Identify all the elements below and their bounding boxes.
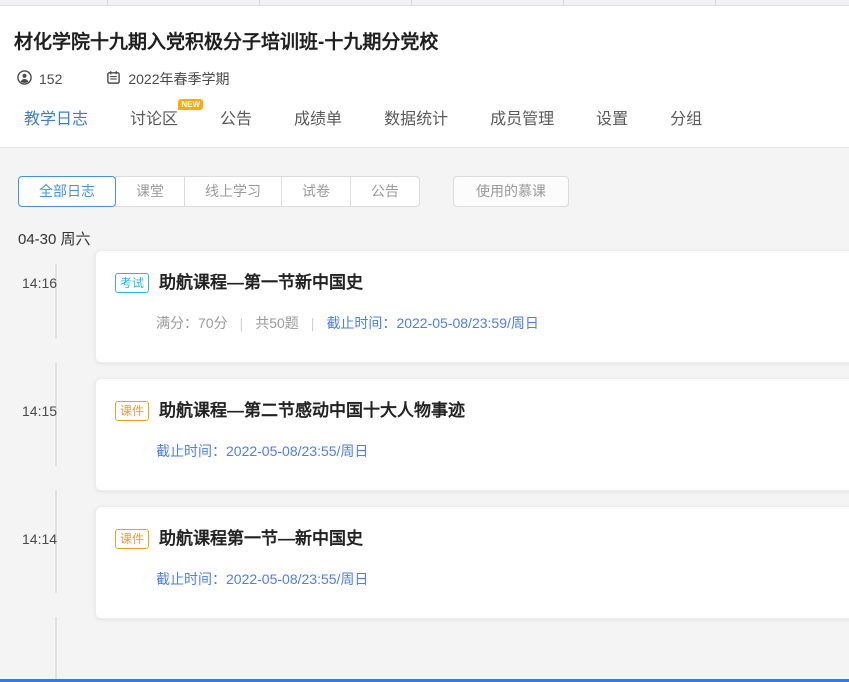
semester-value: 2022年春季学期 (128, 69, 229, 89)
question-count: 共50题 (255, 313, 299, 333)
student-count: 152 (17, 70, 62, 88)
used-mooc-button[interactable]: 使用的慕课 (453, 176, 569, 207)
entry-title[interactable]: 助航课程—第二节感动中国十大人物事迹 (159, 400, 465, 422)
entry-time: 14:14 (22, 531, 57, 547)
deadline-value: 2022-05-08/23:55/周日 (226, 441, 368, 461)
tab-settings[interactable]: 设置 (596, 110, 628, 130)
deadline-label: 截止时间： (326, 313, 396, 333)
log-card-exam[interactable]: 考试 助航课程—第一节新中国史 满分：70分 | 共50题 | 截止时间： 20… (95, 250, 849, 363)
filter-all-logs[interactable]: 全部日志 (18, 176, 116, 207)
student-count-value: 152 (39, 71, 62, 87)
entry-title-row: 课件 助航课程第一节—新中国史 (96, 507, 849, 550)
new-badge: NEW (178, 99, 203, 110)
exam-badge: 考试 (115, 273, 149, 293)
top-strip-divider (715, 0, 716, 6)
course-header: 材化学院十九期入党积极分子培训班-十九期分党校 152 2022年春季学期 教学… (0, 6, 849, 148)
tab-discussion[interactable]: 讨论区 NEW (130, 110, 178, 130)
course-info-row: 152 2022年春季学期 (17, 69, 849, 89)
log-filter-group: 全部日志 课堂 线上学习 试卷 公告 (18, 176, 420, 207)
timeline-line-gap (54, 339, 58, 363)
courseware-badge: 课件 (115, 401, 149, 421)
deadline-value: 2022-05-08/23:59/周日 (396, 313, 538, 333)
entry-meta-row: 截止时间： 2022-05-08/23:55/周日 (156, 441, 836, 461)
tab-members[interactable]: 成员管理 (490, 110, 554, 130)
entry-time: 14:16 (22, 275, 57, 291)
tab-teaching-log[interactable]: 教学日志 (24, 110, 88, 130)
filter-classroom[interactable]: 课堂 (115, 176, 185, 207)
tab-statistics[interactable]: 数据统计 (384, 110, 448, 130)
timeline-line-gap (54, 593, 58, 617)
timeline-entry: 14:15 课件 助航课程—第二节感动中国十大人物事迹 截止时间： 2022-0… (95, 378, 849, 491)
courseware-badge: 课件 (115, 529, 149, 549)
filter-exam-paper[interactable]: 试卷 (281, 176, 351, 207)
top-strip-divider (563, 0, 564, 6)
page-title: 材化学院十九期入党积极分子培训班-十九期分党校 (0, 6, 849, 54)
top-strip-divider (411, 0, 412, 6)
tab-announcement[interactable]: 公告 (220, 110, 252, 130)
filter-online-learning[interactable]: 线上学习 (184, 176, 282, 207)
deadline-label: 截止时间： (156, 569, 226, 589)
entry-meta-row: 满分：70分 | 共50题 | 截止时间： 2022-05-08/23:59/周… (156, 313, 836, 333)
meta-separator: | (240, 315, 244, 331)
date-header: 04-30 周六 (18, 230, 849, 250)
timeline-entry: 14:16 考试 助航课程—第一节新中国史 满分：70分 | 共50题 | 截止… (95, 250, 849, 363)
top-strip-divider (107, 0, 108, 6)
log-card-courseware[interactable]: 课件 助航课程第一节—新中国史 截止时间： 2022-05-08/23:55/周… (95, 506, 849, 619)
entry-time: 14:15 (22, 403, 57, 419)
deadline-label: 截止时间： (156, 441, 226, 461)
top-strip-divider (259, 0, 260, 6)
course-page: 材化学院十九期入党积极分子培训班-十九期分党校 152 2022年春季学期 教学… (0, 0, 849, 682)
timeline-line-gap (54, 466, 58, 490)
tab-gradebook[interactable]: 成绩单 (294, 110, 342, 130)
deadline-value: 2022-05-08/23:55/周日 (226, 569, 368, 589)
entry-title-row: 考试 助航课程—第一节新中国史 (96, 251, 849, 294)
log-card-courseware[interactable]: 课件 助航课程—第二节感动中国十大人物事迹 截止时间： 2022-05-08/2… (95, 378, 849, 491)
entry-meta-row: 截止时间： 2022-05-08/23:55/周日 (156, 569, 836, 589)
timeline-entry: 14:14 课件 助航课程第一节—新中国史 截止时间： 2022-05-08/2… (95, 506, 849, 619)
semester: 2022年春季学期 (106, 69, 229, 89)
clipped-top-strip (0, 0, 849, 6)
meta-separator: | (311, 315, 315, 331)
log-content-area: 全部日志 课堂 线上学习 试卷 公告 使用的慕课 04-30 周六 14:16 … (0, 148, 849, 682)
filter-row: 全部日志 课堂 线上学习 试卷 公告 使用的慕课 (18, 176, 849, 207)
filter-announcement[interactable]: 公告 (350, 176, 420, 207)
person-icon (17, 70, 32, 88)
tab-bar: 教学日志 讨论区 NEW 公告 成绩单 数据统计 成员管理 设置 分组 (0, 110, 849, 148)
entry-title-row: 课件 助航课程—第二节感动中国十大人物事迹 (96, 379, 849, 422)
calendar-icon (106, 70, 121, 88)
timeline: 14:16 考试 助航课程—第一节新中国史 满分：70分 | 共50题 | 截止… (0, 250, 849, 682)
entry-title[interactable]: 助航课程—第一节新中国史 (159, 272, 363, 294)
tab-groups[interactable]: 分组 (670, 110, 702, 130)
full-score: 满分：70分 (156, 313, 228, 333)
entry-title[interactable]: 助航课程第一节—新中国史 (159, 528, 363, 550)
